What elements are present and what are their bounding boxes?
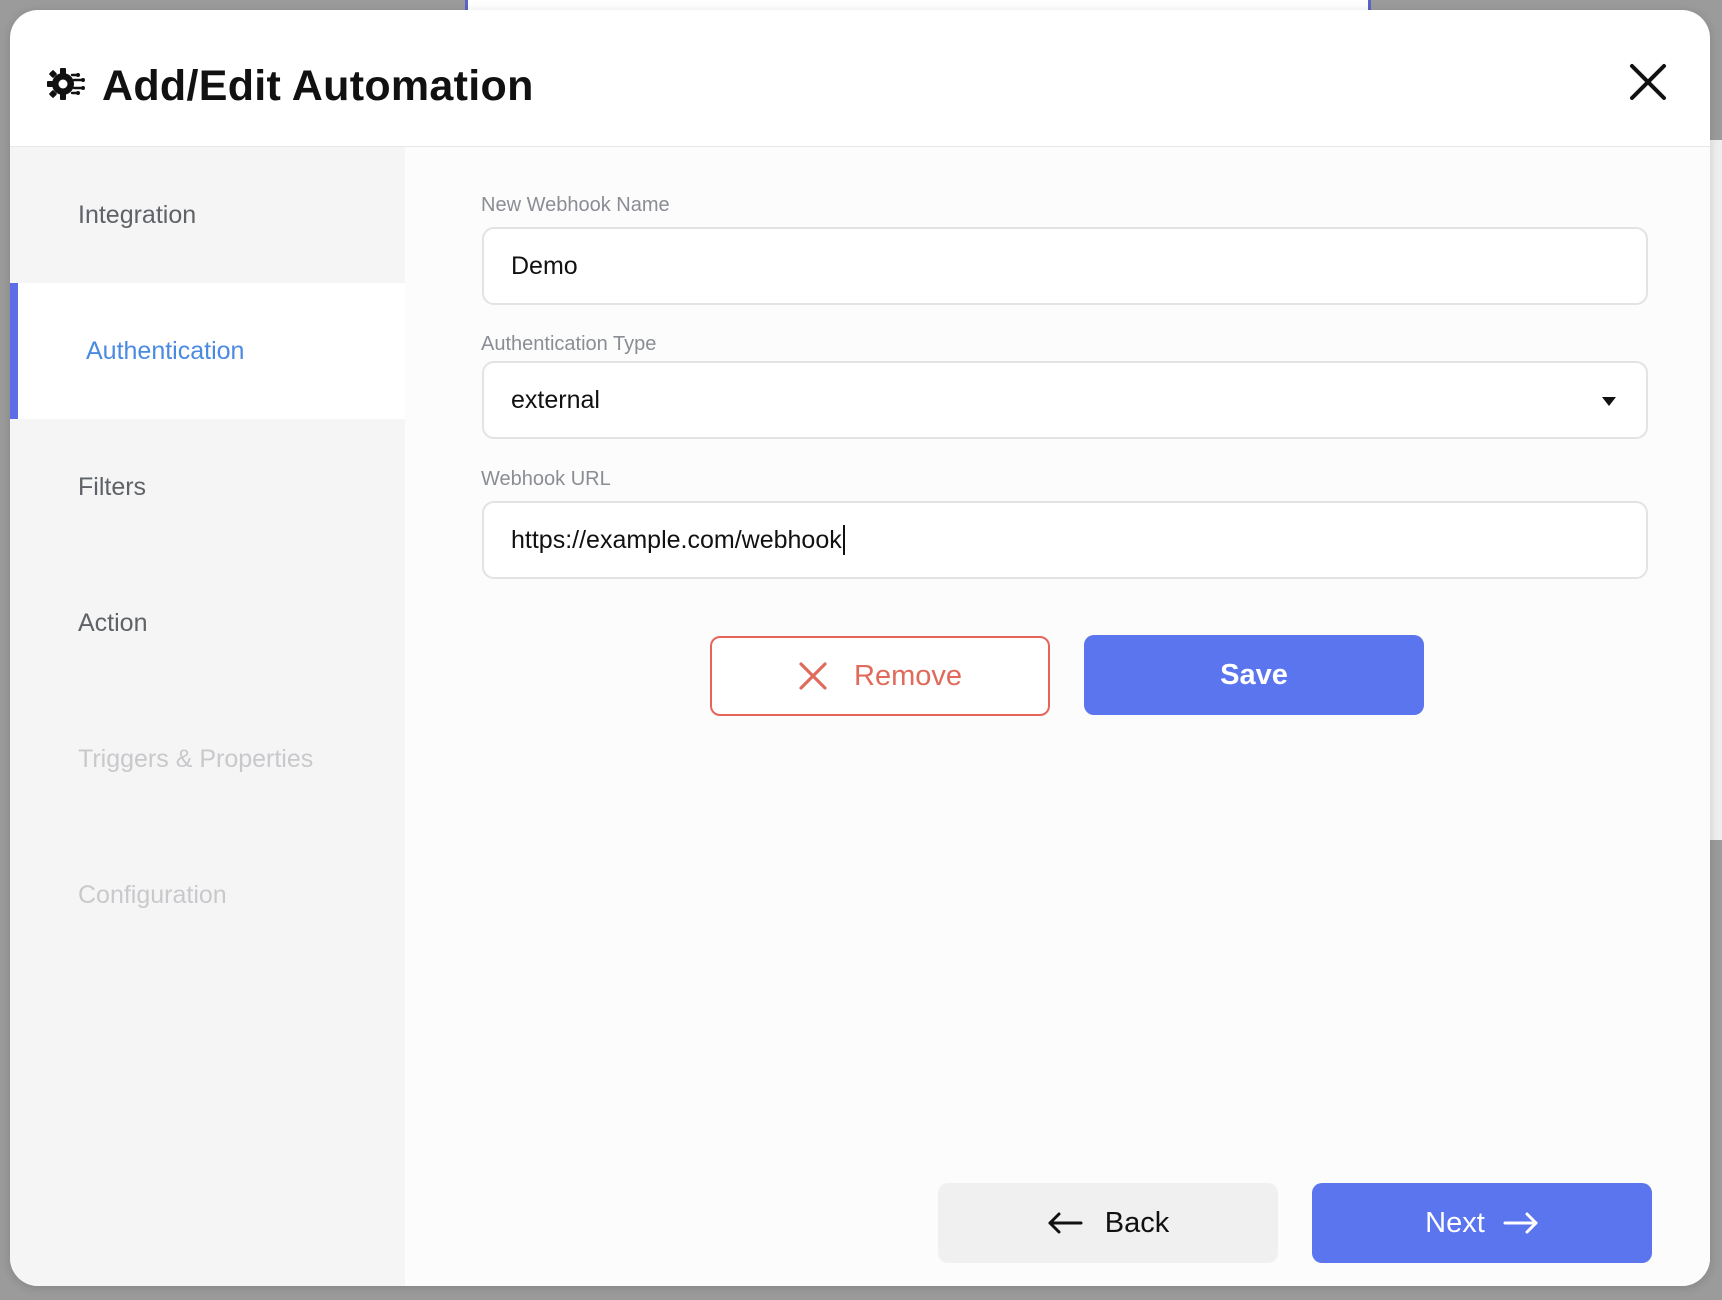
back-button[interactable]: Back [938, 1183, 1278, 1263]
next-button[interactable]: Next [1312, 1183, 1652, 1263]
step-label: Authentication [86, 336, 245, 365]
step-label: Configuration [78, 880, 227, 909]
automation-gear-icon [46, 64, 86, 104]
modal-header: Add/Edit Automation [10, 10, 1710, 147]
webhook-url-label: Webhook URL [481, 468, 611, 490]
automation-modal: Add/Edit Automation Integration Authenti… [10, 10, 1710, 1286]
remove-x-icon [799, 662, 827, 690]
webhook-url-field[interactable]: https://example.com/webhook [482, 501, 1648, 579]
step-configuration: Configuration [10, 827, 405, 963]
modal-title: Add/Edit Automation [102, 62, 534, 110]
close-button[interactable] [1626, 60, 1670, 104]
step-action[interactable]: Action [10, 555, 405, 691]
step-filters[interactable]: Filters [10, 419, 405, 555]
next-label: Next [1425, 1206, 1485, 1239]
webhook-url-input[interactable]: https://example.com/webhook [511, 526, 842, 555]
step-label: Action [78, 608, 148, 637]
webhook-name-label: New Webhook Name [481, 194, 670, 216]
back-label: Back [1104, 1206, 1170, 1239]
authentication-form: New Webhook Name Authentication Type ext… [405, 147, 1710, 1286]
step-integration[interactable]: Integration [10, 147, 405, 283]
auth-type-select[interactable]: external [482, 361, 1648, 439]
save-label: Save [1220, 658, 1288, 691]
arrow-right-icon [1503, 1212, 1538, 1234]
webhook-name-field[interactable] [482, 227, 1648, 305]
save-button[interactable]: Save [1084, 635, 1424, 715]
remove-label: Remove [854, 659, 962, 692]
arrow-left-icon [1048, 1212, 1083, 1234]
step-label: Triggers & Properties [78, 744, 314, 773]
background-page-edge [1710, 140, 1722, 840]
step-authentication[interactable]: Authentication [10, 283, 405, 419]
step-triggers-properties: Triggers & Properties [10, 691, 405, 827]
steps-sidebar: Integration Authentication Filters Actio… [10, 147, 405, 1286]
background-page-strip [465, 0, 1371, 10]
close-icon[interactable] [1626, 60, 1670, 104]
dropdown-arrow-icon [1602, 397, 1616, 406]
auth-type-value: external [511, 385, 600, 414]
step-label: Filters [78, 472, 147, 501]
webhook-name-input[interactable] [511, 251, 1646, 281]
step-label: Integration [78, 200, 197, 229]
auth-type-label: Authentication Type [481, 333, 657, 355]
text-caret [842, 525, 845, 555]
remove-button[interactable]: Remove [710, 636, 1050, 716]
